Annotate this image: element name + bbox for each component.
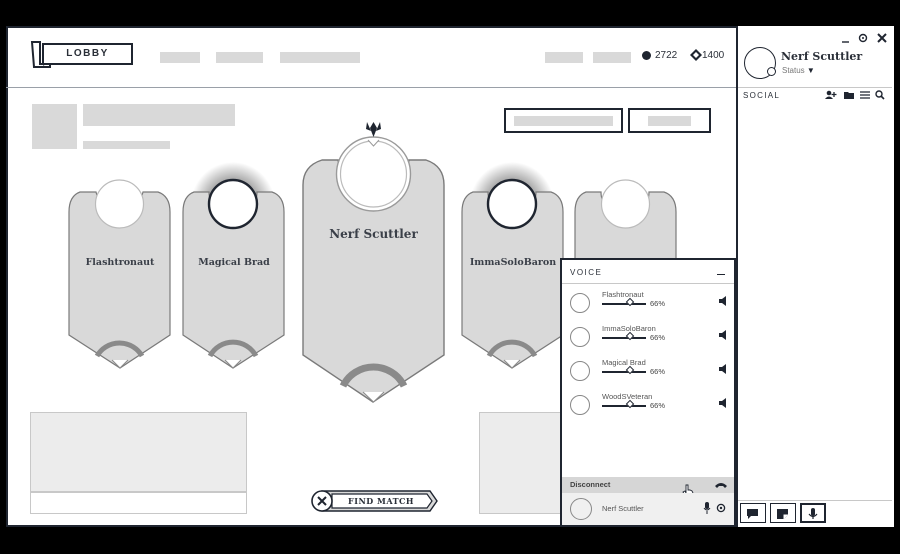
divider [738, 500, 892, 501]
participant-name: Flashtronaut [602, 290, 644, 299]
status-indicator [767, 67, 776, 76]
minimize-button[interactable] [840, 33, 852, 45]
volume-slider-handle[interactable] [625, 297, 635, 307]
social-heading: SOCIAL [743, 91, 781, 100]
avatar [570, 327, 590, 347]
add-friend-button[interactable] [824, 89, 836, 101]
notes-icon [777, 509, 788, 519]
volume-slider[interactable] [602, 405, 646, 407]
summoner-icon-slot [486, 178, 538, 230]
settings-button[interactable] [856, 31, 870, 45]
divider [562, 283, 734, 284]
info-card [479, 412, 564, 514]
self-name: Nerf Scuttler [602, 504, 644, 513]
status-dropdown[interactable]: Status ▼ [782, 66, 815, 75]
party-leader-crest-icon [366, 122, 381, 137]
summoner-icon-slot [94, 179, 145, 229]
volume-percent: 66% [650, 333, 666, 342]
speaker-icon[interactable] [718, 397, 728, 409]
volume-slider[interactable] [602, 371, 646, 373]
volume-slider[interactable] [602, 337, 646, 339]
volume-slider[interactable] [602, 303, 646, 305]
participant-name: Magical Brad [602, 358, 646, 367]
banner-nerf-scuttler[interactable] [302, 136, 445, 403]
find-match-label: FIND MATCH [348, 496, 414, 506]
chat-button[interactable] [740, 503, 766, 523]
avatar [570, 361, 590, 381]
banner-name: ImmaSoloBaron [469, 257, 557, 268]
summoner-icon-slot [339, 140, 408, 208]
volume-percent: 66% [650, 299, 666, 308]
summoner-icon-slot [207, 178, 259, 230]
status-label: Status [782, 66, 805, 75]
voice-participant: Magical Brad 66% [562, 355, 734, 389]
banner-flashtronaut[interactable] [68, 179, 171, 369]
voice-button[interactable] [800, 503, 826, 523]
volume-percent: 66% [650, 367, 666, 376]
chevron-down-icon: ▼ [806, 66, 815, 75]
banner-name: Nerf Scuttler [329, 227, 418, 241]
disconnect-button[interactable]: Disconnect [562, 477, 734, 493]
voice-heading: VOICE [570, 268, 603, 277]
speaker-icon[interactable] [718, 295, 728, 307]
minimize-icon[interactable] [717, 274, 725, 276]
close-button[interactable] [875, 31, 889, 45]
voice-participant: Flashtronaut 66% [562, 287, 734, 321]
banner-name: Flashtronaut [85, 257, 155, 268]
avatar [570, 498, 592, 520]
list-view-button[interactable] [859, 89, 871, 101]
volume-slider-handle[interactable] [625, 365, 635, 375]
chat-input[interactable] [30, 492, 247, 514]
hang-up-icon [715, 483, 727, 488]
chat-panel [30, 412, 247, 492]
divider [738, 87, 892, 88]
participant-name: WoodSVeteran [602, 392, 653, 401]
add-folder-button[interactable] [843, 89, 855, 101]
avatar [570, 293, 590, 313]
notes-button[interactable] [770, 503, 796, 523]
search-button[interactable] [876, 89, 888, 101]
disconnect-label: Disconnect [570, 480, 611, 489]
volume-percent: 66% [650, 401, 666, 410]
volume-slider-handle[interactable] [625, 399, 635, 409]
mic-icon[interactable] [703, 502, 711, 514]
speaker-icon[interactable] [718, 363, 728, 375]
volume-slider-handle[interactable] [625, 331, 635, 341]
self-voice-row: Nerf Scuttler [562, 493, 734, 525]
mic-icon [808, 508, 818, 519]
speaker-icon[interactable] [718, 329, 728, 341]
social-panel [736, 26, 894, 527]
voice-participant: ImmaSoloBaron 66% [562, 321, 734, 355]
summoner-icon-slot [600, 179, 651, 229]
chat-icon [747, 509, 758, 519]
banner-name: Magical Brad [198, 257, 270, 268]
voice-panel: VOICE Flashtronaut 66% ImmaSoloBaron 66%… [560, 258, 736, 527]
voice-participant: WoodSVeteran 66% [562, 389, 734, 423]
avatar [570, 395, 590, 415]
gear-icon[interactable] [715, 502, 727, 514]
profile-name: Nerf Scuttler [781, 50, 863, 63]
